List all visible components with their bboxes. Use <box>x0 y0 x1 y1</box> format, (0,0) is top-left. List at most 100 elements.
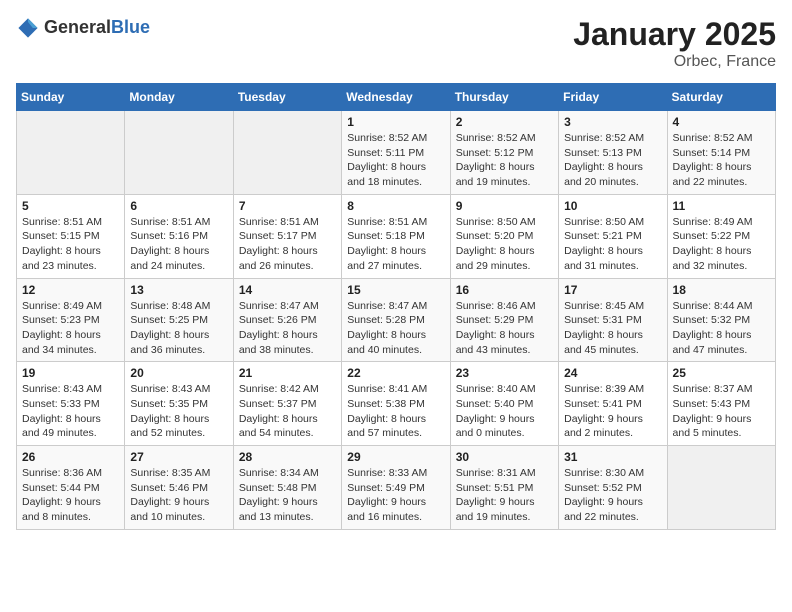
calendar-cell: 10Sunrise: 8:50 AM Sunset: 5:21 PM Dayli… <box>559 194 667 278</box>
day-number: 2 <box>456 115 553 129</box>
calendar-cell: 26 Sunrise: 8:36 AM Sunset: 5:44 PM Dayli… <box>17 446 125 530</box>
header-tuesday: Tuesday <box>233 84 341 111</box>
calendar-cell: 25 Sunrise: 8:37 AM Sunset: 5:43 PM Dayli… <box>667 362 775 446</box>
calendar-cell: 3 Sunrise: 8:52 AM Sunset: 5:13 PM Daylig… <box>559 111 667 195</box>
day-number: 12 <box>22 283 119 297</box>
header-saturday: Saturday <box>667 84 775 111</box>
day-number: 5 <box>22 199 119 213</box>
page-header: GeneralBlue January 2025 Orbec, France <box>16 16 776 71</box>
calendar-cell: 1 Sunrise: 8:52 AM Sunset: 5:11 PM Daylig… <box>342 111 450 195</box>
day-info: Sunrise: 8:37 AM Sunset: 5:43 PM Dayligh… <box>673 382 770 441</box>
day-info: Sunrise: 8:48 AM Sunset: 5:25 PM Dayligh… <box>130 299 227 358</box>
day-info: Sunrise: 8:31 AM Sunset: 5:51 PM Dayligh… <box>456 466 553 525</box>
day-number: 17 <box>564 283 661 297</box>
calendar-cell: 15 Sunrise: 8:47 AM Sunset: 5:28 PM Dayli… <box>342 278 450 362</box>
day-info: Sunrise: 8:51 AM Sunset: 5:15 PM Dayligh… <box>22 215 119 274</box>
day-info: Sunrise: 8:52 AM Sunset: 5:14 PM Dayligh… <box>673 131 770 190</box>
day-info: Sunrise: 8:42 AM Sunset: 5:37 PM Dayligh… <box>239 382 336 441</box>
day-info: Sunrise: 8:35 AM Sunset: 5:46 PM Dayligh… <box>130 466 227 525</box>
day-number: 15 <box>347 283 444 297</box>
day-number: 9 <box>456 199 553 213</box>
day-info: Sunrise: 8:44 AM Sunset: 5:32 PM Dayligh… <box>673 299 770 358</box>
header-wednesday: Wednesday <box>342 84 450 111</box>
calendar-cell: 27Sunrise: 8:35 AM Sunset: 5:46 PM Dayli… <box>125 446 233 530</box>
day-info: Sunrise: 8:52 AM Sunset: 5:11 PM Dayligh… <box>347 131 444 190</box>
day-info: Sunrise: 8:50 AM Sunset: 5:20 PM Dayligh… <box>456 215 553 274</box>
day-info: Sunrise: 8:43 AM Sunset: 5:33 PM Dayligh… <box>22 382 119 441</box>
day-number: 14 <box>239 283 336 297</box>
header-sunday: Sunday <box>17 84 125 111</box>
calendar-cell <box>233 111 341 195</box>
title-block: January 2025 Orbec, France <box>573 16 776 71</box>
calendar-cell <box>17 111 125 195</box>
calendar-cell: 4 Sunrise: 8:52 AM Sunset: 5:14 PM Daylig… <box>667 111 775 195</box>
calendar-cell: 16 Sunrise: 8:46 AM Sunset: 5:29 PM Dayli… <box>450 278 558 362</box>
day-info: Sunrise: 8:39 AM Sunset: 5:41 PM Dayligh… <box>564 382 661 441</box>
logo: GeneralBlue <box>16 16 150 40</box>
day-number: 24 <box>564 366 661 380</box>
day-number: 20 <box>130 366 227 380</box>
calendar-header-row: SundayMondayTuesdayWednesdayThursdayFrid… <box>17 84 776 111</box>
day-info: Sunrise: 8:45 AM Sunset: 5:31 PM Dayligh… <box>564 299 661 358</box>
day-number: 18 <box>673 283 770 297</box>
calendar-cell: 28 Sunrise: 8:34 AM Sunset: 5:48 PM Dayli… <box>233 446 341 530</box>
calendar-cell: 7Sunrise: 8:51 AM Sunset: 5:17 PM Daylig… <box>233 194 341 278</box>
day-info: Sunrise: 8:41 AM Sunset: 5:38 PM Dayligh… <box>347 382 444 441</box>
header-friday: Friday <box>559 84 667 111</box>
calendar-cell: 24 Sunrise: 8:39 AM Sunset: 5:41 PM Dayli… <box>559 362 667 446</box>
calendar-cell: 6 Sunrise: 8:51 AM Sunset: 5:16 PM Daylig… <box>125 194 233 278</box>
calendar-cell: 19 Sunrise: 8:43 AM Sunset: 5:33 PM Dayli… <box>17 362 125 446</box>
calendar-cell <box>667 446 775 530</box>
logo-general: GeneralBlue <box>44 18 150 38</box>
calendar-table: SundayMondayTuesdayWednesdayThursdayFrid… <box>16 83 776 530</box>
week-row-4: 19 Sunrise: 8:43 AM Sunset: 5:33 PM Dayli… <box>17 362 776 446</box>
calendar-cell: 30 Sunrise: 8:31 AM Sunset: 5:51 PM Dayli… <box>450 446 558 530</box>
day-info: Sunrise: 8:40 AM Sunset: 5:40 PM Dayligh… <box>456 382 553 441</box>
page-title: January 2025 <box>573 16 776 53</box>
header-thursday: Thursday <box>450 84 558 111</box>
day-number: 23 <box>456 366 553 380</box>
day-info: Sunrise: 8:51 AM Sunset: 5:16 PM Dayligh… <box>130 215 227 274</box>
day-number: 29 <box>347 450 444 464</box>
day-number: 6 <box>130 199 227 213</box>
day-number: 28 <box>239 450 336 464</box>
calendar-cell: 2 Sunrise: 8:52 AM Sunset: 5:12 PM Daylig… <box>450 111 558 195</box>
day-info: Sunrise: 8:50 AM Sunset: 5:21 PM Dayligh… <box>564 215 661 274</box>
day-info: Sunrise: 8:43 AM Sunset: 5:35 PM Dayligh… <box>130 382 227 441</box>
calendar-cell: 18 Sunrise: 8:44 AM Sunset: 5:32 PM Dayli… <box>667 278 775 362</box>
calendar-cell: 23 Sunrise: 8:40 AM Sunset: 5:40 PM Dayli… <box>450 362 558 446</box>
logo-icon <box>16 16 40 40</box>
day-number: 4 <box>673 115 770 129</box>
day-info: Sunrise: 8:52 AM Sunset: 5:13 PM Dayligh… <box>564 131 661 190</box>
day-info: Sunrise: 8:49 AM Sunset: 5:22 PM Dayligh… <box>673 215 770 274</box>
week-row-3: 12 Sunrise: 8:49 AM Sunset: 5:23 PM Dayli… <box>17 278 776 362</box>
week-row-5: 26 Sunrise: 8:36 AM Sunset: 5:44 PM Dayli… <box>17 446 776 530</box>
day-info: Sunrise: 8:49 AM Sunset: 5:23 PM Dayligh… <box>22 299 119 358</box>
day-number: 30 <box>456 450 553 464</box>
calendar-cell: 20 Sunrise: 8:43 AM Sunset: 5:35 PM Dayli… <box>125 362 233 446</box>
day-info: Sunrise: 8:52 AM Sunset: 5:12 PM Dayligh… <box>456 131 553 190</box>
day-number: 26 <box>22 450 119 464</box>
day-info: Sunrise: 8:36 AM Sunset: 5:44 PM Dayligh… <box>22 466 119 525</box>
page-subtitle: Orbec, France <box>573 53 776 71</box>
day-number: 25 <box>673 366 770 380</box>
calendar-cell: 5 Sunrise: 8:51 AM Sunset: 5:15 PM Daylig… <box>17 194 125 278</box>
calendar-cell: 21Sunrise: 8:42 AM Sunset: 5:37 PM Dayli… <box>233 362 341 446</box>
day-info: Sunrise: 8:51 AM Sunset: 5:18 PM Dayligh… <box>347 215 444 274</box>
day-info: Sunrise: 8:34 AM Sunset: 5:48 PM Dayligh… <box>239 466 336 525</box>
calendar-cell: 17 Sunrise: 8:45 AM Sunset: 5:31 PM Dayli… <box>559 278 667 362</box>
day-info: Sunrise: 8:47 AM Sunset: 5:28 PM Dayligh… <box>347 299 444 358</box>
calendar-cell: 22 Sunrise: 8:41 AM Sunset: 5:38 PM Dayli… <box>342 362 450 446</box>
calendar-cell: 14Sunrise: 8:47 AM Sunset: 5:26 PM Dayli… <box>233 278 341 362</box>
day-number: 1 <box>347 115 444 129</box>
day-number: 11 <box>673 199 770 213</box>
day-info: Sunrise: 8:51 AM Sunset: 5:17 PM Dayligh… <box>239 215 336 274</box>
day-info: Sunrise: 8:33 AM Sunset: 5:49 PM Dayligh… <box>347 466 444 525</box>
calendar-cell: 31Sunrise: 8:30 AM Sunset: 5:52 PM Dayli… <box>559 446 667 530</box>
day-number: 3 <box>564 115 661 129</box>
day-info: Sunrise: 8:46 AM Sunset: 5:29 PM Dayligh… <box>456 299 553 358</box>
day-number: 16 <box>456 283 553 297</box>
calendar-cell: 9 Sunrise: 8:50 AM Sunset: 5:20 PM Daylig… <box>450 194 558 278</box>
day-number: 22 <box>347 366 444 380</box>
day-number: 19 <box>22 366 119 380</box>
